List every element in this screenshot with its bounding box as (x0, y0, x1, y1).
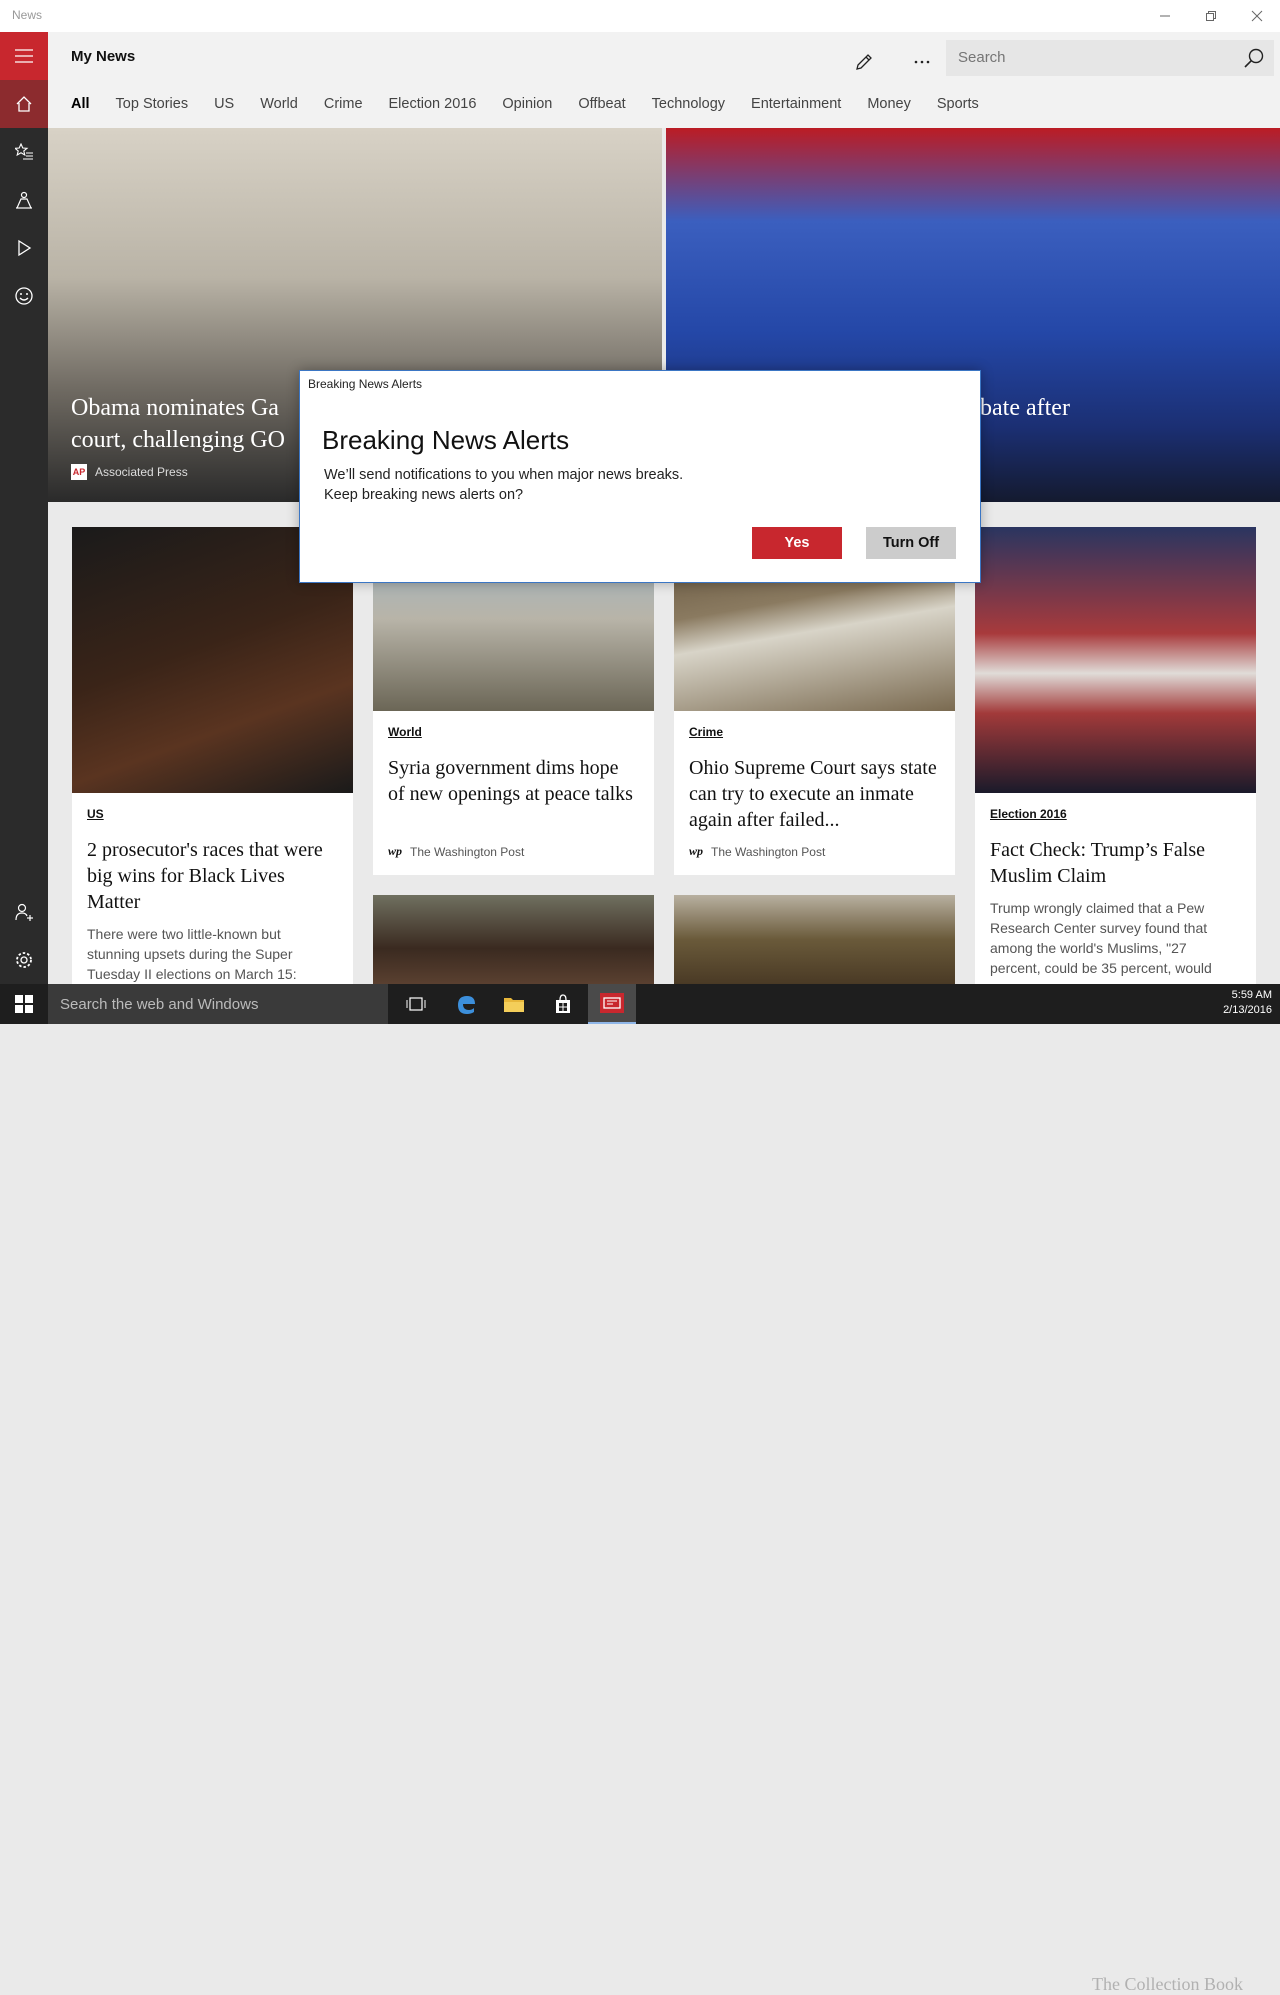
card-category[interactable]: Election 2016 (990, 807, 1067, 821)
card-source: wp The Washington Post (689, 844, 826, 859)
card-category[interactable]: World (388, 725, 422, 739)
play-icon (18, 239, 32, 257)
close-button[interactable] (1234, 0, 1280, 32)
app-header: My News All Top Stories US World Crime E… (48, 32, 1280, 128)
gear-icon (16, 952, 32, 968)
edge-icon (458, 996, 475, 1014)
wp-logo: wp (388, 844, 403, 858)
pencil-icon (856, 54, 872, 70)
task-view-button[interactable] (392, 984, 440, 1024)
system-clock[interactable]: 5:59 AM 2/13/2016 (1223, 988, 1272, 1018)
news-app-button[interactable] (588, 984, 636, 1024)
dialog-window-title: Breaking News Alerts (308, 377, 423, 391)
news-card-partial-1[interactable] (373, 895, 654, 984)
card-category[interactable]: Crime (689, 725, 723, 739)
dialog-line-2: Keep breaking news alerts on? (324, 487, 524, 503)
folder-icon (504, 998, 524, 1012)
taskbar-search[interactable]: Search the web and Windows (48, 984, 388, 1024)
dialog-heading: Breaking News Alerts (322, 425, 570, 455)
card-image (674, 895, 955, 984)
tab-opinion[interactable]: Opinion (502, 96, 552, 112)
card-title: 2 prosecutor's races that were big wins … (87, 839, 323, 913)
file-explorer-button[interactable] (490, 984, 538, 1024)
turn-off-button[interactable]: Turn Off (866, 527, 956, 559)
card-description: There were two little-known but stunning… (87, 926, 297, 982)
app-title: News (12, 8, 43, 22)
yes-button[interactable]: Yes (752, 527, 842, 559)
card-description: Trump wrongly claimed that a Pew Researc… (990, 900, 1212, 976)
nav-local-button[interactable] (0, 176, 48, 224)
task-view-icon (406, 997, 426, 1011)
tab-crime[interactable]: Crime (324, 96, 363, 112)
tab-election-2016[interactable]: Election 2016 (389, 96, 477, 112)
news-card-us[interactable]: US 2 prosecutor's races that were big wi… (72, 527, 353, 984)
more-options-button[interactable] (902, 42, 942, 82)
card-image (975, 527, 1256, 793)
tab-technology[interactable]: Technology (652, 96, 725, 112)
news-card-election[interactable]: Election 2016 Fact Check: Trump’s False … (975, 527, 1256, 984)
search-button[interactable] (1242, 46, 1266, 70)
news-app-icon (600, 993, 624, 1013)
add-person-icon (15, 903, 33, 921)
tab-money[interactable]: Money (867, 96, 911, 112)
store-button[interactable] (539, 984, 587, 1024)
nav-home-button[interactable] (0, 80, 48, 128)
card-title: Fact Check: Trump’s False Muslim Claim (990, 839, 1206, 887)
windows-logo-icon (15, 995, 33, 1013)
card-title: Syria government dims hope of new openin… (388, 757, 633, 805)
tab-sports[interactable]: Sports (937, 96, 979, 112)
smiley-icon (15, 287, 33, 305)
title-bar: News (0, 0, 1280, 32)
tab-top-stories[interactable]: Top Stories (116, 96, 189, 112)
taskbar: Search the web and Windows The Collectio… (0, 984, 1280, 1994)
tab-entertainment[interactable]: Entertainment (751, 96, 841, 112)
ap-logo: AP (71, 464, 87, 480)
tab-all[interactable]: All (71, 96, 90, 112)
edit-button[interactable] (844, 42, 884, 82)
local-icon (16, 191, 32, 209)
tab-us[interactable]: US (214, 96, 234, 112)
tab-offbeat[interactable]: Offbeat (578, 96, 625, 112)
hamburger-icon (15, 49, 33, 63)
tab-world[interactable]: World (260, 96, 298, 112)
minimize-icon (1160, 15, 1170, 17)
card-image (373, 895, 654, 984)
dialog-body: We’ll send notifications to you when maj… (324, 465, 824, 505)
page-title: My News (71, 48, 136, 65)
search-box[interactable] (946, 40, 1274, 76)
nav-settings-button[interactable] (0, 936, 48, 984)
nav-account-button[interactable] (0, 888, 48, 936)
minimize-button[interactable] (1142, 0, 1188, 32)
hamburger-menu-button[interactable] (0, 32, 48, 80)
news-card-partial-2[interactable] (674, 895, 955, 984)
wp-logo: wp (689, 844, 704, 858)
breaking-news-dialog: Breaking News Alerts Breaking News Alert… (299, 370, 981, 583)
watermark: The Collection Book (1092, 1974, 1243, 1994)
clock-date: 2/13/2016 (1223, 1004, 1272, 1016)
left-nav (0, 32, 48, 984)
card-title: Ohio Supreme Court says state can try to… (689, 757, 937, 831)
nav-favorites-button[interactable] (0, 128, 48, 176)
store-icon (556, 994, 570, 1013)
star-list-icon (15, 143, 33, 160)
dialog-line-1: We’ll send notifications to you when maj… (324, 467, 684, 483)
start-button[interactable] (0, 984, 48, 1024)
restore-icon (1206, 11, 1216, 21)
search-icon (1244, 48, 1264, 68)
card-category[interactable]: US (87, 807, 104, 821)
hero-left-source-name: Associated Press (95, 465, 188, 479)
home-icon (16, 96, 32, 112)
ellipsis-icon (914, 60, 930, 64)
restore-button[interactable] (1188, 0, 1234, 32)
hero-right-title: bate after (980, 395, 1070, 421)
card-source: wp The Washington Post (388, 844, 525, 859)
clock-time: 5:59 AM (1231, 989, 1272, 1001)
hero-left-source: AP Associated Press (71, 464, 188, 480)
nav-video-button[interactable] (0, 224, 48, 272)
category-tabs: All Top Stories US World Crime Election … (71, 96, 1005, 112)
edge-browser-button[interactable] (442, 984, 490, 1024)
nav-interests-button[interactable] (0, 272, 48, 320)
search-input[interactable] (958, 49, 1228, 66)
close-icon (1251, 10, 1263, 22)
